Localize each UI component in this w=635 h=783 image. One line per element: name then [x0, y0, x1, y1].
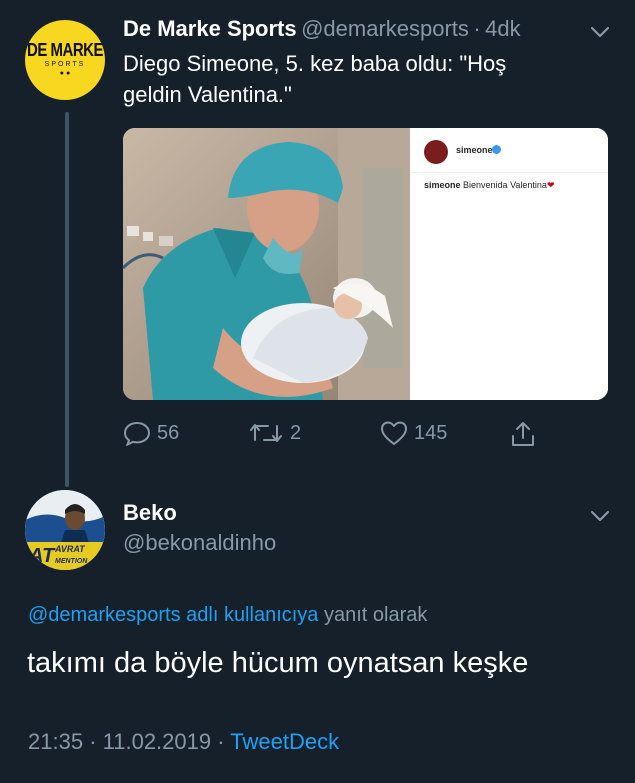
- chevron-down-icon[interactable]: [590, 26, 610, 38]
- retweet-button[interactable]: 2: [248, 420, 301, 446]
- time-separator: ·: [473, 16, 481, 41]
- avatar-logo-text: DE MARKE: [26, 40, 104, 61]
- like-count: 145: [414, 421, 448, 444]
- tweet-age[interactable]: 4dk: [485, 16, 520, 41]
- reply-icon: [123, 421, 151, 446]
- reply-author-handle[interactable]: @bekonaldinho: [123, 530, 276, 556]
- reply-author-name[interactable]: Beko: [123, 500, 177, 526]
- ig-caption-text: Bienvenida Valentina: [463, 180, 547, 190]
- heart-emoji-icon: ❤: [546, 180, 555, 190]
- avatar-logo-subtext: SPORTS: [44, 61, 86, 68]
- share-icon: [512, 422, 534, 446]
- replying-to: @demarkesports adlı kullanıcıya yanıt ol…: [28, 604, 427, 627]
- ig-caption-user: simeone: [424, 180, 461, 190]
- avatar-text-big: AT: [28, 545, 56, 567]
- replying-to-link[interactable]: @demarkesports adlı kullanıcıya: [28, 604, 318, 626]
- verified-badge-icon: [492, 145, 501, 154]
- photo-image: [123, 128, 410, 400]
- avatar[interactable]: AT AVRAT MENTION: [25, 490, 105, 570]
- avatar-image: AT AVRAT MENTION: [25, 490, 105, 570]
- ig-avatar: [424, 140, 448, 164]
- chevron-down-icon[interactable]: [590, 510, 610, 522]
- tweet-text: Diego Simeone, 5. kez baba oldu: "Hoş ge…: [123, 48, 506, 110]
- tweet-time[interactable]: 21:35: [28, 729, 83, 754]
- reply-button[interactable]: 56: [123, 420, 179, 446]
- retweet-count: 2: [290, 421, 302, 444]
- reply-count: 56: [157, 421, 180, 444]
- thread-line: [65, 112, 69, 487]
- meta-separator: ·: [217, 729, 225, 754]
- share-button[interactable]: [509, 420, 537, 448]
- client-link[interactable]: TweetDeck: [230, 729, 339, 754]
- tweet-text-line: geldin Valentina.": [123, 82, 292, 107]
- author-name[interactable]: De Marke Sports: [123, 16, 297, 41]
- heart-icon: [381, 421, 407, 445]
- meta-separator: ·: [89, 729, 97, 754]
- ig-caption: simeone Bienvenida Valentina❤: [424, 180, 554, 191]
- avatar-logo-dots: ● ●: [59, 70, 71, 77]
- author-handle[interactable]: @demarkesports: [301, 16, 469, 41]
- reply-text: takımı da böyle hücum oynatsan keşke: [27, 647, 529, 679]
- tweet-text-line: Diego Simeone, 5. kez baba oldu: "Hoş: [123, 51, 507, 76]
- instagram-embed: simeone simeone Bienvenida Valentina❤: [410, 128, 608, 400]
- tweet-header: De Marke Sports @demarkesports · 4dk: [123, 16, 521, 42]
- tweet-date[interactable]: 11.02.2019: [103, 729, 211, 754]
- tweet-media[interactable]: simeone simeone Bienvenida Valentina❤: [123, 128, 608, 400]
- tweet-actions: 56 2 145: [123, 420, 543, 452]
- replying-to-suffix: yanıt olarak: [324, 604, 428, 626]
- retweet-icon: [250, 424, 282, 442]
- ig-divider: [410, 172, 608, 173]
- avatar-text-small: MENTION: [55, 558, 88, 565]
- ig-username: simeone: [456, 145, 493, 155]
- tweet-meta: 21:35 · 11.02.2019 · TweetDeck: [28, 729, 339, 755]
- like-button[interactable]: 145: [380, 420, 447, 446]
- avatar[interactable]: DE MARKE SPORTS ● ●: [25, 20, 105, 100]
- avatar-text: AVRAT: [54, 544, 86, 554]
